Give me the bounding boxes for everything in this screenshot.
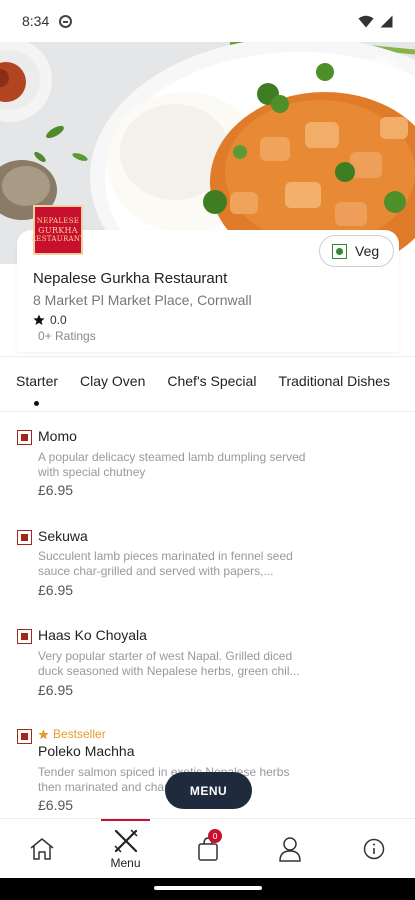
tab-chefs-special[interactable]: Chef's Special bbox=[167, 373, 256, 389]
veg-filter-toggle[interactable]: Veg bbox=[319, 235, 394, 267]
item-name: Poleko Machha bbox=[38, 743, 135, 759]
rating-value: 0.0 bbox=[50, 313, 67, 327]
menu-list[interactable]: Momo A popular delicacy steamed lamb dum… bbox=[0, 412, 415, 817]
info-icon bbox=[363, 838, 385, 860]
restaurant-address: 8 Market Pl Market Place, Cornwall bbox=[33, 292, 252, 308]
tab-starter[interactable]: Starter bbox=[16, 373, 58, 389]
restaurant-name: Nepalese Gurkha Restaurant bbox=[33, 270, 228, 287]
status-bar: 8:34 bbox=[0, 0, 415, 42]
bestseller-badge: Bestseller bbox=[38, 727, 106, 741]
non-veg-icon bbox=[17, 729, 32, 744]
wifi-icon bbox=[358, 15, 374, 27]
item-price: £6.95 bbox=[38, 582, 74, 598]
star-icon bbox=[38, 728, 49, 739]
fork-knife-icon bbox=[113, 829, 138, 853]
item-description: A popular delicacy steamed lamb dumpling… bbox=[38, 450, 306, 479]
item-name: Sekuwa bbox=[38, 528, 88, 544]
item-name: Momo bbox=[38, 428, 77, 444]
tab-traditional-dishes[interactable]: Traditional Dishes bbox=[278, 373, 390, 389]
notification-icon bbox=[59, 14, 73, 28]
status-time: 8:34 bbox=[22, 13, 50, 29]
nav-info[interactable] bbox=[356, 819, 392, 879]
user-icon bbox=[279, 837, 301, 862]
home-icon bbox=[30, 838, 54, 860]
restaurant-logo: NEPALESE GURKHA RESTAURANT bbox=[31, 205, 85, 255]
menu-item-haas-ko-choyala[interactable]: Haas Ko Choyala Very popular starter of … bbox=[17, 627, 302, 717]
menu-item-momo[interactable]: Momo A popular delicacy steamed lamb dum… bbox=[17, 428, 305, 518]
restaurant-rating: 0.0 bbox=[33, 313, 67, 327]
item-description: Very popular starter of west Napal. Gril… bbox=[38, 649, 300, 678]
home-gesture-bar[interactable] bbox=[154, 886, 262, 890]
nav-menu[interactable]: Menu bbox=[101, 819, 150, 879]
star-icon bbox=[33, 314, 45, 325]
item-description: Succulent lamb pieces marinated in fenne… bbox=[38, 549, 293, 578]
divider bbox=[0, 356, 415, 357]
category-tabs: Starter Clay Oven Chef's Special Traditi… bbox=[16, 373, 412, 389]
signal-icon bbox=[380, 15, 393, 27]
nav-cart[interactable]: 0 bbox=[190, 819, 226, 879]
veg-icon bbox=[332, 243, 347, 259]
menu-item-sekuwa[interactable]: Sekuwa Succulent lamb pieces marinated i… bbox=[17, 528, 302, 618]
ratings-count: 0+ Ratings bbox=[38, 329, 96, 343]
bottom-nav: Menu 0 bbox=[0, 818, 415, 878]
item-price: £6.95 bbox=[38, 482, 74, 498]
tab-clay-oven[interactable]: Clay Oven bbox=[80, 373, 145, 389]
non-veg-icon bbox=[17, 430, 32, 445]
search-icon bbox=[375, 61, 396, 82]
item-price: £6.95 bbox=[38, 797, 74, 813]
veg-label: Veg bbox=[355, 243, 380, 259]
search-button[interactable] bbox=[369, 55, 401, 87]
item-name: Haas Ko Choyala bbox=[38, 627, 147, 643]
non-veg-icon bbox=[17, 530, 32, 545]
non-veg-icon bbox=[17, 629, 32, 644]
menu-item-poleko-machha[interactable]: Bestseller Poleko Machha Tender salmon s… bbox=[17, 727, 302, 817]
nav-menu-label: Menu bbox=[110, 856, 141, 870]
active-tab-indicator bbox=[34, 401, 39, 406]
nav-home[interactable] bbox=[22, 819, 62, 879]
item-price: £6.95 bbox=[38, 682, 74, 698]
menu-fab-button[interactable]: MENU bbox=[165, 772, 252, 809]
cart-count-badge: 0 bbox=[208, 829, 222, 843]
nav-profile[interactable] bbox=[272, 819, 308, 879]
